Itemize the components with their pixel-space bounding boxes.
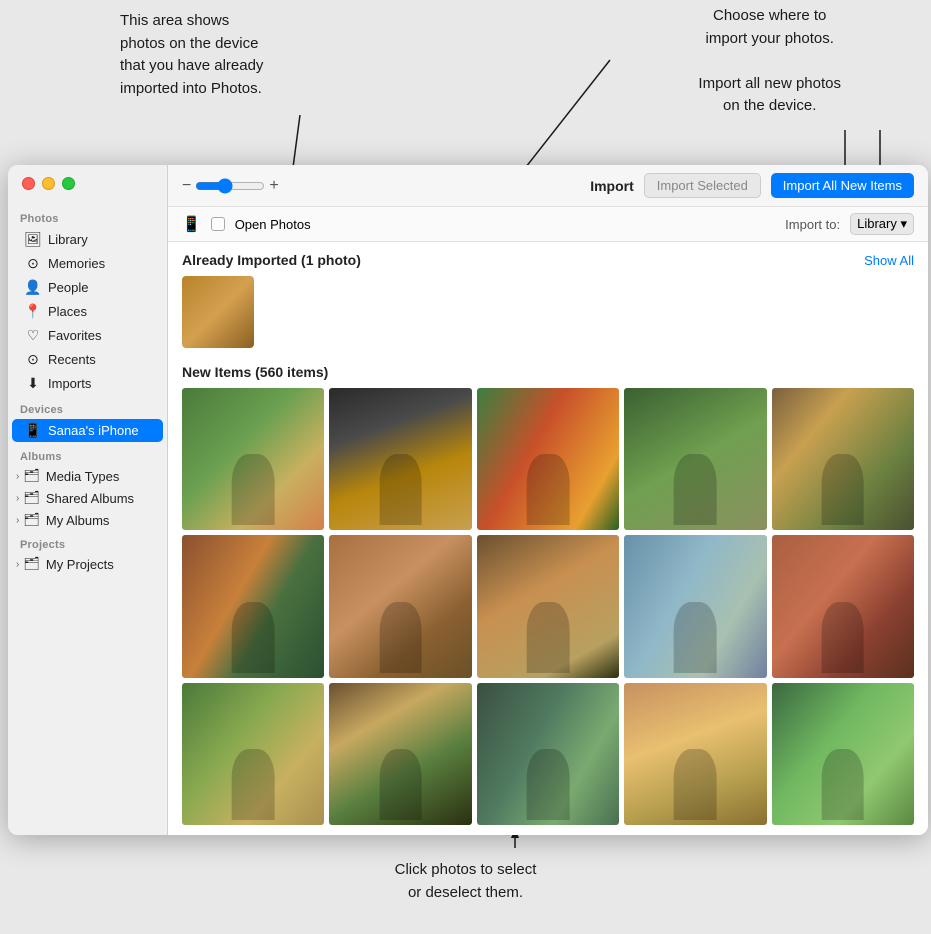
new-items-header: New Items (560 items): [182, 364, 914, 380]
photo-thumb[interactable]: [329, 535, 471, 677]
sidebar-section-photos: Photos: [8, 205, 167, 227]
main-content: − + Import Import Selected Import All Ne…: [168, 165, 928, 835]
photo-thumb[interactable]: [182, 683, 324, 825]
already-imported-header: Already Imported (1 photo) Show All: [182, 252, 914, 268]
photo-thumb[interactable]: [772, 535, 914, 677]
already-imported-thumb[interactable]: [182, 276, 254, 348]
my-albums-icon: 🗂: [23, 512, 40, 528]
sidebar-group-shared-albums[interactable]: › 🗂 Shared Albums: [8, 487, 167, 509]
photo-thumb[interactable]: [329, 388, 471, 530]
chevron-shared-albums-icon: ›: [16, 493, 19, 504]
sidebar-group-media-types[interactable]: › 🗂 Media Types: [8, 465, 167, 487]
import-selected-button[interactable]: Import Selected: [644, 173, 761, 198]
sidebar-section-projects: Projects: [8, 531, 167, 553]
zoom-control: − +: [182, 177, 279, 195]
new-items-title: New Items (560 items): [182, 364, 328, 380]
photo-thumb[interactable]: [182, 388, 324, 530]
sidebar-item-library[interactable]: 🖼 Library: [12, 228, 163, 251]
folder-icon: 🗂: [23, 468, 40, 484]
open-photos-checkbox[interactable]: [211, 217, 225, 231]
sidebar-item-favorites[interactable]: ♡ Favorites: [12, 324, 163, 347]
imports-icon: ⬇: [24, 375, 42, 392]
zoom-minus[interactable]: −: [182, 177, 191, 195]
sidebar-group-my-projects[interactable]: › 🗂 My Projects: [8, 553, 167, 575]
photo-area: Already Imported (1 photo) Show All New …: [168, 242, 928, 835]
sidebar-item-people[interactable]: 👤 People: [12, 276, 163, 299]
chevron-my-albums-icon: ›: [16, 515, 19, 526]
traffic-lights: [22, 177, 75, 190]
sidebar-item-memories[interactable]: ⊙ Memories: [12, 252, 163, 275]
callout-top-left: This area shows photos on the device tha…: [120, 10, 263, 100]
iphone-icon: 📱: [24, 422, 42, 439]
maximize-button[interactable]: [62, 177, 75, 190]
import-all-button[interactable]: Import All New Items: [771, 173, 914, 198]
photo-thumb[interactable]: [624, 683, 766, 825]
sidebar-item-recents[interactable]: ⊙ Recents: [12, 348, 163, 371]
already-imported-grid: [182, 276, 914, 348]
minimize-button[interactable]: [42, 177, 55, 190]
photo-thumb[interactable]: [624, 388, 766, 530]
bottom-callout: Click photos to select or deselect them.: [395, 859, 537, 904]
photo-thumb[interactable]: [477, 535, 619, 677]
places-icon: 📍: [24, 303, 42, 320]
import-label: Import: [590, 178, 634, 194]
favorites-icon: ♡: [24, 327, 42, 344]
toolbar: − + Import Import Selected Import All Ne…: [168, 165, 928, 207]
import-to-label: Import to:: [785, 217, 840, 232]
recents-icon: ⊙: [24, 351, 42, 368]
zoom-plus[interactable]: +: [269, 177, 278, 195]
device-icon: 📱: [182, 215, 201, 233]
close-button[interactable]: [22, 177, 35, 190]
show-all-link[interactable]: Show All: [864, 253, 914, 268]
my-projects-icon: 🗂: [23, 556, 40, 572]
sidebar-item-places[interactable]: 📍 Places: [12, 300, 163, 323]
sidebar: Photos 🖼 Library ⊙ Memories 👤 People 📍 P…: [8, 165, 168, 835]
import-to-select[interactable]: Library ▾: [850, 213, 914, 235]
library-icon: 🖼: [24, 231, 42, 248]
memories-icon: ⊙: [24, 255, 42, 272]
photo-thumb[interactable]: [329, 683, 471, 825]
chevron-media-types-icon: ›: [16, 471, 19, 482]
callout-top-right: Choose where to import your photos. Impo…: [698, 5, 841, 118]
sidebar-group-my-albums[interactable]: › 🗂 My Albums: [8, 509, 167, 531]
people-icon: 👤: [24, 279, 42, 296]
dropdown-icon: ▾: [900, 216, 907, 231]
zoom-slider[interactable]: [195, 178, 265, 194]
shared-folder-icon: 🗂: [23, 490, 40, 506]
photo-thumb[interactable]: [772, 683, 914, 825]
app-window: Photos 🖼 Library ⊙ Memories 👤 People 📍 P…: [8, 165, 928, 835]
chevron-my-projects-icon: ›: [16, 559, 19, 570]
sidebar-item-iphone[interactable]: 📱 Sanaa's iPhone: [12, 419, 163, 442]
already-imported-title: Already Imported (1 photo): [182, 252, 361, 268]
photo-thumb[interactable]: [772, 388, 914, 530]
photo-thumb[interactable]: [477, 683, 619, 825]
new-items-grid: [182, 388, 914, 825]
photo-thumb[interactable]: [624, 535, 766, 677]
open-photos-label: Open Photos: [235, 217, 311, 232]
photo-thumb[interactable]: [182, 535, 324, 677]
sidebar-section-albums: Albums: [8, 443, 167, 465]
sidebar-section-devices: Devices: [8, 396, 167, 418]
photo-thumb[interactable]: [477, 388, 619, 530]
import-bar: 📱 Open Photos Import to: Library ▾: [168, 207, 928, 242]
sidebar-item-imports[interactable]: ⬇ Imports: [12, 372, 163, 395]
